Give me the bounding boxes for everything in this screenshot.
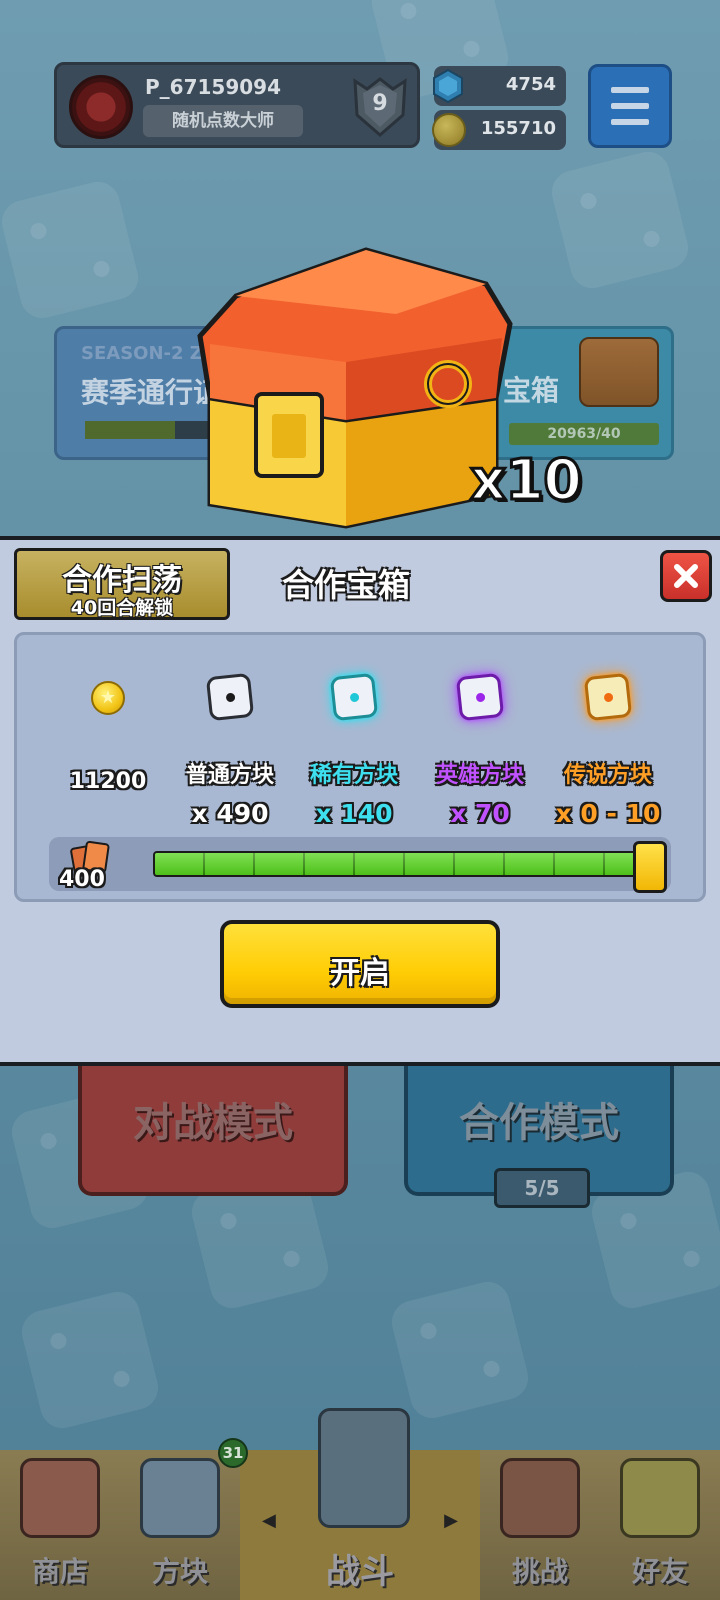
nav-left-arrow-icon[interactable]: ◀ xyxy=(262,1510,276,1531)
normal-dice-label: 普通方块 xyxy=(185,763,274,788)
dialog-title: 合作宝箱 xyxy=(282,566,411,604)
player-profile-card[interactable]: P_67159094 随机点数大师 9 xyxy=(54,62,420,148)
menu-icon-line xyxy=(611,103,649,109)
gold-amount: 155710 xyxy=(480,118,556,139)
rare-dice-label: 稀有方块 xyxy=(309,763,398,788)
gold-reward-amount: 11200 xyxy=(69,769,147,794)
normal-dice-quantity: x 490 xyxy=(191,799,269,828)
coop-sweep-button[interactable]: 合作扫荡 40回合解锁 xyxy=(14,548,230,620)
nav-tab-dice[interactable]: 方块 xyxy=(120,1450,240,1600)
nav-label-challenge: 挑战 xyxy=(511,1555,568,1588)
level-number: 9 xyxy=(372,91,388,116)
gold-coin-icon xyxy=(432,113,466,147)
sword-shield-icon xyxy=(318,1408,410,1528)
nav-tab-challenge[interactable]: 挑战 xyxy=(480,1450,600,1600)
reward-rare-dice: 稀有方块 x 140 xyxy=(289,669,419,828)
nav-label-shop: 商店 xyxy=(31,1555,88,1588)
close-icon xyxy=(674,564,698,588)
reward-hero-dice: 英雄方块 x 70 xyxy=(415,669,545,828)
cards-count: 400 xyxy=(59,867,105,892)
normal-dice-icon xyxy=(205,672,255,722)
friends-icon xyxy=(620,1458,700,1538)
chest-card-progress: 20963/40 xyxy=(509,423,659,445)
season-label: SEASON-2 Z xyxy=(81,343,203,364)
reward-gold: 11200 xyxy=(43,669,173,794)
dice-notification-badge: 31 xyxy=(218,1438,248,1468)
legend-dice-label: 传说方块 xyxy=(563,763,652,788)
dice-decoration xyxy=(547,147,693,293)
legend-dice-icon xyxy=(583,672,633,722)
battle-mode-button[interactable]: 对战模式 xyxy=(78,1066,348,1196)
slider-fill xyxy=(155,853,651,875)
reward-legend-dice: 传说方块 x 0 - 10 xyxy=(543,669,673,828)
reward-panel: 11200 普通方块 x 490 稀有方块 x 140 英雄方块 x 70 xyxy=(14,632,706,902)
chest-multiplier: x10 xyxy=(468,447,583,515)
player-title: 随机点数大师 xyxy=(143,105,303,137)
dice-decoration xyxy=(17,1287,163,1433)
coop-chest-dialog: 合作扫荡 40回合解锁 合作宝箱 11200 普通方块 x 490 稀有方块 x xyxy=(0,536,720,1066)
dice-decoration xyxy=(0,177,143,323)
dice-decoration xyxy=(387,1277,533,1423)
gem-amount: 4754 xyxy=(505,74,556,95)
avatar[interactable] xyxy=(69,75,133,139)
reward-normal-dice: 普通方块 x 490 xyxy=(165,669,295,828)
coop-mode-label: 合作模式 xyxy=(459,1100,619,1146)
menu-icon-line xyxy=(611,119,649,125)
nav-label-dice: 方块 xyxy=(151,1555,208,1588)
gold-counter[interactable]: 155710 xyxy=(432,110,566,150)
username: P_67159094 xyxy=(145,75,281,99)
card-amount-slider[interactable] xyxy=(153,851,653,877)
coop-mode-button[interactable]: 合作模式 5/5 xyxy=(404,1066,674,1208)
hero-dice-icon xyxy=(455,672,505,722)
dice-box-icon xyxy=(140,1458,220,1538)
shop-icon xyxy=(20,1458,100,1538)
hero-dice-label: 英雄方块 xyxy=(435,763,524,788)
slider-handle[interactable] xyxy=(633,841,667,893)
bottom-navigation: 商店 方块 ◀ ▶ 战斗 挑战 好友 xyxy=(0,1408,720,1600)
coop-attempts-count: 5/5 xyxy=(494,1168,590,1208)
chest-icon xyxy=(579,337,659,407)
challenge-board-icon xyxy=(500,1458,580,1538)
close-button[interactable] xyxy=(660,550,712,602)
nav-label-friends: 好友 xyxy=(631,1555,688,1588)
level-badge: 9 xyxy=(349,75,411,139)
rare-dice-icon xyxy=(329,672,379,722)
nav-tab-friends[interactable]: 好友 xyxy=(600,1450,720,1600)
rare-dice-quantity: x 140 xyxy=(315,799,393,828)
legend-dice-quantity: x 0 - 10 xyxy=(555,799,661,828)
menu-icon xyxy=(611,87,649,93)
nav-tab-shop[interactable]: 商店 xyxy=(0,1450,120,1600)
nav-tab-battle[interactable]: ◀ ▶ 战斗 xyxy=(240,1408,480,1600)
open-chest-label: 开启 xyxy=(330,956,390,991)
treasure-chest-icon xyxy=(197,247,513,529)
menu-button[interactable] xyxy=(588,64,672,148)
nav-right-arrow-icon[interactable]: ▶ xyxy=(444,1510,458,1531)
battle-mode-label: 对战模式 xyxy=(133,1100,293,1146)
nav-label-battle: 战斗 xyxy=(326,1552,394,1592)
hero-dice-quantity: x 70 xyxy=(450,799,510,828)
gem-counter[interactable]: 4754 xyxy=(433,66,566,106)
open-chest-button[interactable]: 开启 xyxy=(220,920,500,1008)
gold-coin-icon xyxy=(91,681,125,715)
gem-icon xyxy=(433,68,463,104)
coop-sweep-unlock-text: 40回合解锁 xyxy=(70,597,174,619)
